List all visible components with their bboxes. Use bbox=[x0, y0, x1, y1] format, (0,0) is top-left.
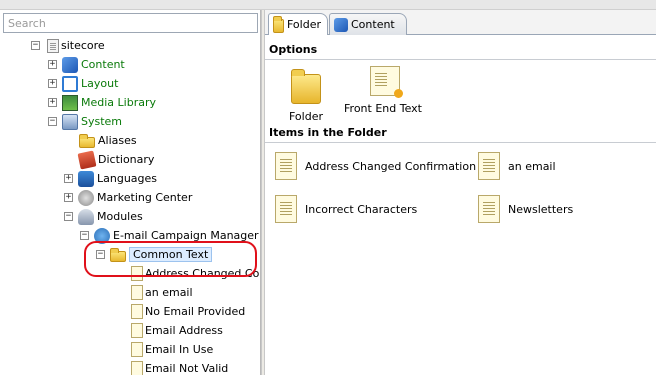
folder-item[interactable]: Incorrect Characters bbox=[275, 195, 417, 223]
editor-panel: Folder Content Options Folder Front End … bbox=[265, 10, 656, 375]
tree-label: Email Not Valid bbox=[145, 362, 229, 375]
content-icon bbox=[334, 17, 348, 32]
tree-label: an email bbox=[145, 286, 193, 299]
tree-node-layout[interactable]: + Layout bbox=[48, 74, 118, 93]
expand-icon[interactable]: + bbox=[64, 174, 73, 183]
tree-label: System bbox=[81, 115, 123, 128]
item-label: Newsletters bbox=[508, 202, 574, 216]
tree-label: Aliases bbox=[98, 134, 137, 147]
collapse-icon[interactable]: − bbox=[48, 117, 57, 126]
tab-folder[interactable]: Folder bbox=[268, 13, 328, 35]
tree-label: Dictionary bbox=[98, 153, 155, 166]
tree-label: Email Address bbox=[145, 324, 223, 337]
collapse-icon[interactable]: − bbox=[64, 212, 73, 221]
languages-icon bbox=[78, 170, 94, 187]
text-item-icon bbox=[131, 285, 143, 300]
editor-tabs: Folder Content bbox=[265, 10, 656, 35]
text-item-icon bbox=[131, 342, 143, 357]
tree-node-marketing-center[interactable]: + Marketing Center bbox=[64, 188, 192, 207]
search-box[interactable] bbox=[3, 13, 258, 33]
tree-label: Languages bbox=[97, 172, 158, 185]
new-badge-icon bbox=[394, 89, 403, 98]
tree-node-languages[interactable]: + Languages bbox=[64, 169, 157, 188]
button-label: Folder bbox=[289, 110, 323, 123]
expand-icon[interactable]: + bbox=[48, 98, 57, 107]
button-label: Front End Text bbox=[344, 102, 422, 115]
layout-icon bbox=[62, 75, 78, 92]
collapse-icon[interactable]: − bbox=[80, 231, 89, 240]
text-item-icon bbox=[275, 195, 297, 223]
folder-item[interactable]: Address Changed Confirmation bbox=[275, 152, 476, 180]
folder-item[interactable]: an email bbox=[478, 152, 556, 180]
text-item-icon bbox=[131, 304, 143, 319]
media-library-icon bbox=[62, 94, 78, 111]
text-item-icon bbox=[131, 323, 143, 338]
dictionary-icon bbox=[77, 150, 97, 169]
insert-front-end-text-button[interactable]: Front End Text bbox=[344, 66, 422, 115]
tree-node-system[interactable]: − System bbox=[48, 112, 122, 131]
divider bbox=[265, 142, 656, 143]
folder-icon bbox=[79, 133, 95, 148]
annotation-highlight-oval bbox=[84, 241, 257, 277]
tree-label: Email In Use bbox=[145, 343, 214, 356]
tree-node-aliases[interactable]: Aliases bbox=[79, 131, 137, 150]
tree-label: Media Library bbox=[81, 96, 156, 109]
collapse-icon[interactable]: − bbox=[31, 41, 40, 50]
tree-node-modules[interactable]: − Modules bbox=[64, 207, 143, 226]
text-item-icon bbox=[478, 195, 500, 223]
tree-node-sitecore[interactable]: − sitecore bbox=[31, 36, 105, 55]
item-label: Address Changed Confirmation bbox=[305, 159, 477, 173]
tab-content[interactable]: Content bbox=[329, 13, 407, 35]
folder-item[interactable]: Newsletters bbox=[478, 195, 573, 223]
tree-node-child[interactable]: an email bbox=[129, 283, 193, 302]
tree-label: No Email Provided bbox=[145, 305, 246, 318]
tree-node-child[interactable]: Email Not Valid bbox=[129, 359, 228, 375]
folder-icon bbox=[291, 69, 321, 104]
tree-node-child[interactable]: Email Address bbox=[129, 321, 223, 340]
divider bbox=[265, 59, 656, 60]
content-icon bbox=[62, 56, 78, 73]
content-tree-panel: − sitecore + Content + Layout + Media Li… bbox=[0, 10, 261, 375]
modules-icon bbox=[78, 208, 94, 225]
folder-icon bbox=[273, 16, 284, 33]
text-item-icon bbox=[275, 152, 297, 180]
tree-label: sitecore bbox=[61, 39, 105, 52]
tree-label: Content bbox=[81, 58, 125, 71]
expand-icon[interactable]: + bbox=[48, 60, 57, 69]
tree-label: Modules bbox=[97, 210, 143, 223]
tree-node-child[interactable]: No Email Provided bbox=[129, 302, 245, 321]
document-icon bbox=[47, 38, 59, 53]
front-end-text-icon bbox=[370, 66, 403, 98]
expand-icon[interactable]: + bbox=[64, 193, 73, 202]
expand-icon[interactable]: + bbox=[48, 79, 57, 88]
tree-node-dictionary[interactable]: Dictionary bbox=[77, 150, 155, 169]
tree-node-media-library[interactable]: + Media Library bbox=[48, 93, 156, 112]
item-label: Incorrect Characters bbox=[305, 202, 418, 216]
top-strip bbox=[0, 0, 656, 10]
item-label: an email bbox=[508, 159, 556, 173]
search-input[interactable] bbox=[4, 14, 257, 32]
options-title: Options bbox=[269, 43, 318, 56]
text-item-icon bbox=[478, 152, 500, 180]
tree-node-child[interactable]: Email In Use bbox=[129, 340, 213, 359]
marketing-center-icon bbox=[78, 189, 94, 206]
insert-folder-button[interactable]: Folder bbox=[274, 66, 338, 123]
tree-label: Layout bbox=[81, 77, 119, 90]
tab-label: Folder bbox=[287, 18, 321, 31]
tree-label: Marketing Center bbox=[97, 191, 193, 204]
text-item-icon bbox=[131, 361, 143, 375]
tree-node-content[interactable]: + Content bbox=[48, 55, 125, 74]
system-icon bbox=[62, 113, 78, 130]
items-title: Items in the Folder bbox=[269, 126, 387, 139]
tab-label: Content bbox=[351, 18, 395, 31]
